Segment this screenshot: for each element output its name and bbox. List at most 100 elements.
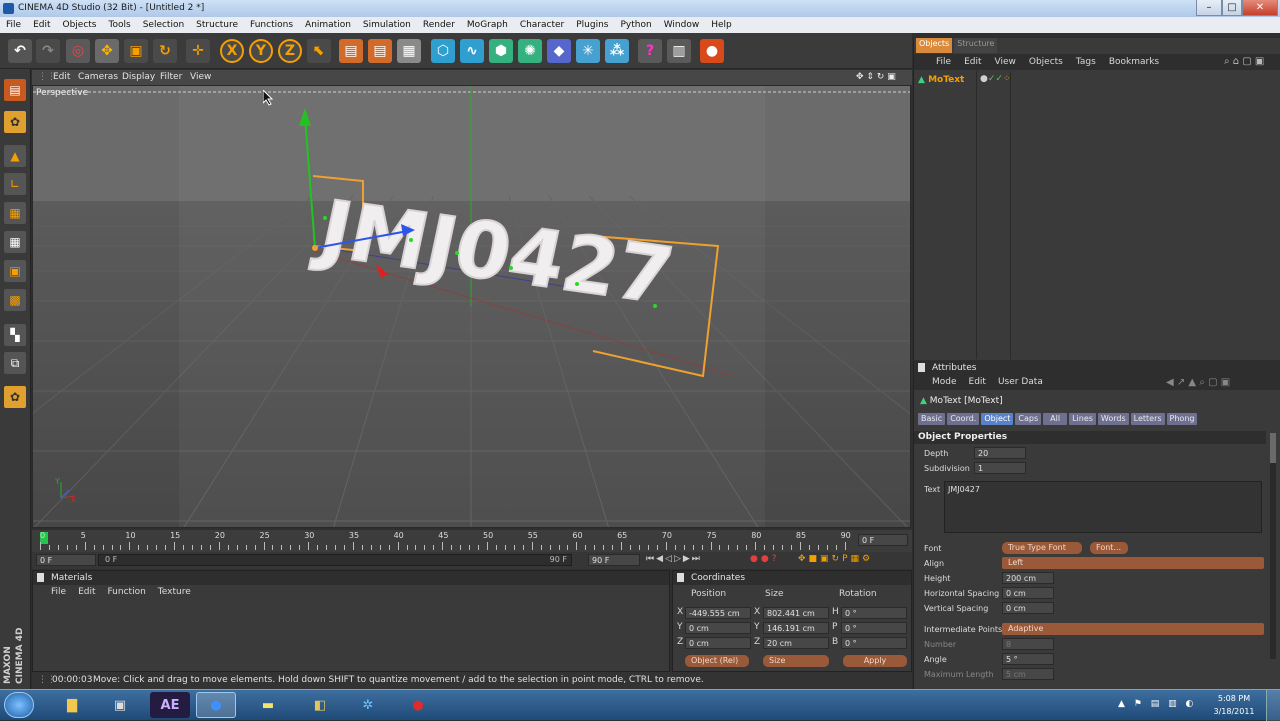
- tab-lines[interactable]: Lines: [1069, 413, 1096, 425]
- texture-mode-icon[interactable]: ▩: [4, 289, 26, 311]
- network-icon[interactable]: ✲: [348, 692, 388, 718]
- model-mode-icon[interactable]: ▤: [4, 79, 26, 101]
- camera-icon[interactable]: ?: [638, 39, 662, 63]
- hspacing-field[interactable]: 0 cm: [1002, 587, 1054, 599]
- live-selection-icon[interactable]: ◎: [66, 39, 90, 63]
- sculpt-icon[interactable]: ✿: [4, 386, 26, 408]
- folder-icon[interactable]: ▇: [52, 692, 92, 718]
- tab-basic[interactable]: Basic: [918, 413, 946, 425]
- tab-phong[interactable]: Phong: [1166, 413, 1198, 425]
- record-controls[interactable]: ●●?: [750, 554, 779, 564]
- z-axis-icon[interactable]: Z: [278, 39, 302, 63]
- rotation-b-field[interactable]: 0 °: [841, 637, 907, 649]
- materials-menu-edit[interactable]: Edit: [78, 585, 95, 600]
- rotation-p-field[interactable]: 0 °: [841, 622, 907, 634]
- maximize-button[interactable]: □: [1222, 0, 1242, 16]
- media-icon[interactable]: ●: [398, 692, 438, 718]
- materials-menu-file[interactable]: File: [51, 585, 66, 600]
- objects-menu-edit[interactable]: Edit: [964, 54, 981, 70]
- viewport-menu-view[interactable]: View: [190, 70, 211, 85]
- array-icon[interactable]: ✺: [518, 39, 542, 63]
- menu-help[interactable]: Help: [711, 17, 732, 33]
- menu-functions[interactable]: Functions: [250, 17, 293, 33]
- current-frame-field[interactable]: 0 F: [858, 534, 908, 546]
- position-y-field[interactable]: 0 cm: [685, 622, 751, 634]
- align-dropdown[interactable]: Left: [1002, 557, 1264, 569]
- cinema4d-icon[interactable]: ◧: [300, 692, 340, 718]
- viewport-menu-filter[interactable]: Filter: [160, 70, 182, 85]
- size-mode-dropdown[interactable]: Size: [763, 655, 829, 667]
- viewport-menu-cameras[interactable]: Cameras: [78, 70, 118, 85]
- menu-tools[interactable]: Tools: [109, 17, 131, 33]
- apply-button[interactable]: Apply: [843, 655, 907, 667]
- coordinate-system-icon[interactable]: ⬉: [307, 39, 331, 63]
- maxlen-field[interactable]: 5 cm: [1002, 668, 1054, 680]
- start-frame-field[interactable]: 0 F: [36, 554, 96, 566]
- menu-mograph[interactable]: MoGraph: [467, 17, 508, 33]
- height-field[interactable]: 200 cm: [1002, 572, 1054, 584]
- rotation-h-field[interactable]: 0 °: [841, 607, 907, 619]
- tab-caps[interactable]: Caps: [1015, 413, 1042, 425]
- angle-field[interactable]: 5 °: [1002, 653, 1054, 665]
- deformer-icon[interactable]: ◆: [547, 39, 571, 63]
- subdivision-field[interactable]: 1: [974, 462, 1026, 474]
- attributes-scrollbar[interactable]: [1270, 433, 1276, 659]
- y-axis-icon[interactable]: Y: [249, 39, 273, 63]
- objects-menu-view[interactable]: View: [995, 54, 1016, 70]
- menu-plugins[interactable]: Plugins: [576, 17, 608, 33]
- size-x-field[interactable]: 802.441 cm: [763, 607, 829, 619]
- points-mode-icon[interactable]: ▲: [4, 145, 26, 167]
- navigation-icons[interactable]: ◀ ↗ ▲ ⌕ ▢ ▣: [1166, 377, 1230, 388]
- scale-tool-icon[interactable]: ▣: [124, 39, 148, 63]
- viewport-menu-edit[interactable]: Edit: [53, 70, 70, 85]
- rotate-tool-icon[interactable]: ↻: [153, 39, 177, 63]
- light-icon[interactable]: ▥: [667, 39, 691, 63]
- menu-window[interactable]: Window: [664, 17, 700, 33]
- nurbs-icon[interactable]: ⬢: [489, 39, 513, 63]
- viewport-3d[interactable]: JMJ0427 Y x Perspective: [32, 85, 911, 528]
- size-z-field[interactable]: 20 cm: [763, 637, 829, 649]
- minimize-button[interactable]: –: [1196, 0, 1222, 16]
- size-y-field[interactable]: 146.191 cm: [763, 622, 829, 634]
- terminal-icon[interactable]: ▣: [100, 692, 140, 718]
- object-row-motext[interactable]: ▲ MoText: [918, 74, 964, 87]
- tab-letters[interactable]: Letters: [1130, 413, 1165, 425]
- tab-object[interactable]: Object: [981, 413, 1014, 425]
- menu-character[interactable]: Character: [520, 17, 564, 33]
- edges-mode-icon[interactable]: ∟: [4, 173, 26, 195]
- render-settings-icon[interactable]: ▦: [397, 39, 421, 63]
- tray-icons[interactable]: ▲ ⚑ ▤ ▥ ◐: [1118, 699, 1196, 709]
- render-picture-viewer-icon[interactable]: ▤: [368, 39, 392, 63]
- search-icon[interactable]: ⌕ ⌂ ▢ ▣: [1224, 56, 1264, 67]
- attr-menu-edit[interactable]: Edit: [969, 375, 986, 390]
- font-type-dropdown[interactable]: True Type Font: [1002, 542, 1082, 554]
- recent-tools-icon[interactable]: ✛: [186, 39, 210, 63]
- timeline-ruler[interactable]: 0 5 10 15 20 25 30 35 40 45 50 55 60 65 70 75 80 85 90 0 F: [32, 530, 912, 552]
- font-button[interactable]: Font...: [1090, 542, 1128, 554]
- menu-animation[interactable]: Animation: [305, 17, 351, 33]
- cube-icon[interactable]: ⬡: [431, 39, 455, 63]
- globe-icon[interactable]: ●: [196, 692, 236, 718]
- position-x-field[interactable]: -449.555 cm: [685, 607, 751, 619]
- notes-icon[interactable]: ▬: [248, 692, 288, 718]
- menu-edit[interactable]: Edit: [33, 17, 50, 33]
- uv-polygons-icon[interactable]: ▣: [4, 260, 26, 282]
- menu-simulation[interactable]: Simulation: [363, 17, 411, 33]
- scene-icon[interactable]: ✳: [576, 39, 600, 63]
- attr-menu-userdata[interactable]: User Data: [998, 375, 1043, 390]
- viewport-menu-display[interactable]: Display: [122, 70, 155, 85]
- menu-selection[interactable]: Selection: [143, 17, 184, 33]
- menu-render[interactable]: Render: [423, 17, 455, 33]
- uv-points-icon[interactable]: ▦: [4, 231, 26, 253]
- object-axis-icon[interactable]: ✿: [4, 111, 26, 133]
- timeline-track[interactable]: 0 5 10 15 20 25 30 35 40 45 50 55 60 65 70 75 80 85 90: [40, 530, 860, 552]
- objects-menu-bookmarks[interactable]: Bookmarks: [1109, 54, 1159, 70]
- materials-menu-texture[interactable]: Texture: [158, 585, 191, 600]
- after-effects-icon[interactable]: AE: [150, 692, 190, 718]
- move-tool-icon[interactable]: ✥: [95, 39, 119, 63]
- viewport-nav-icons[interactable]: ✥ ⇕ ↻ ▣: [856, 70, 896, 85]
- number-field[interactable]: 8: [1002, 638, 1054, 650]
- start-button[interactable]: [4, 692, 34, 718]
- visibility-toggle[interactable]: ●✓✓⁘: [980, 74, 1011, 84]
- objects-menu-objects[interactable]: Objects: [1029, 54, 1063, 70]
